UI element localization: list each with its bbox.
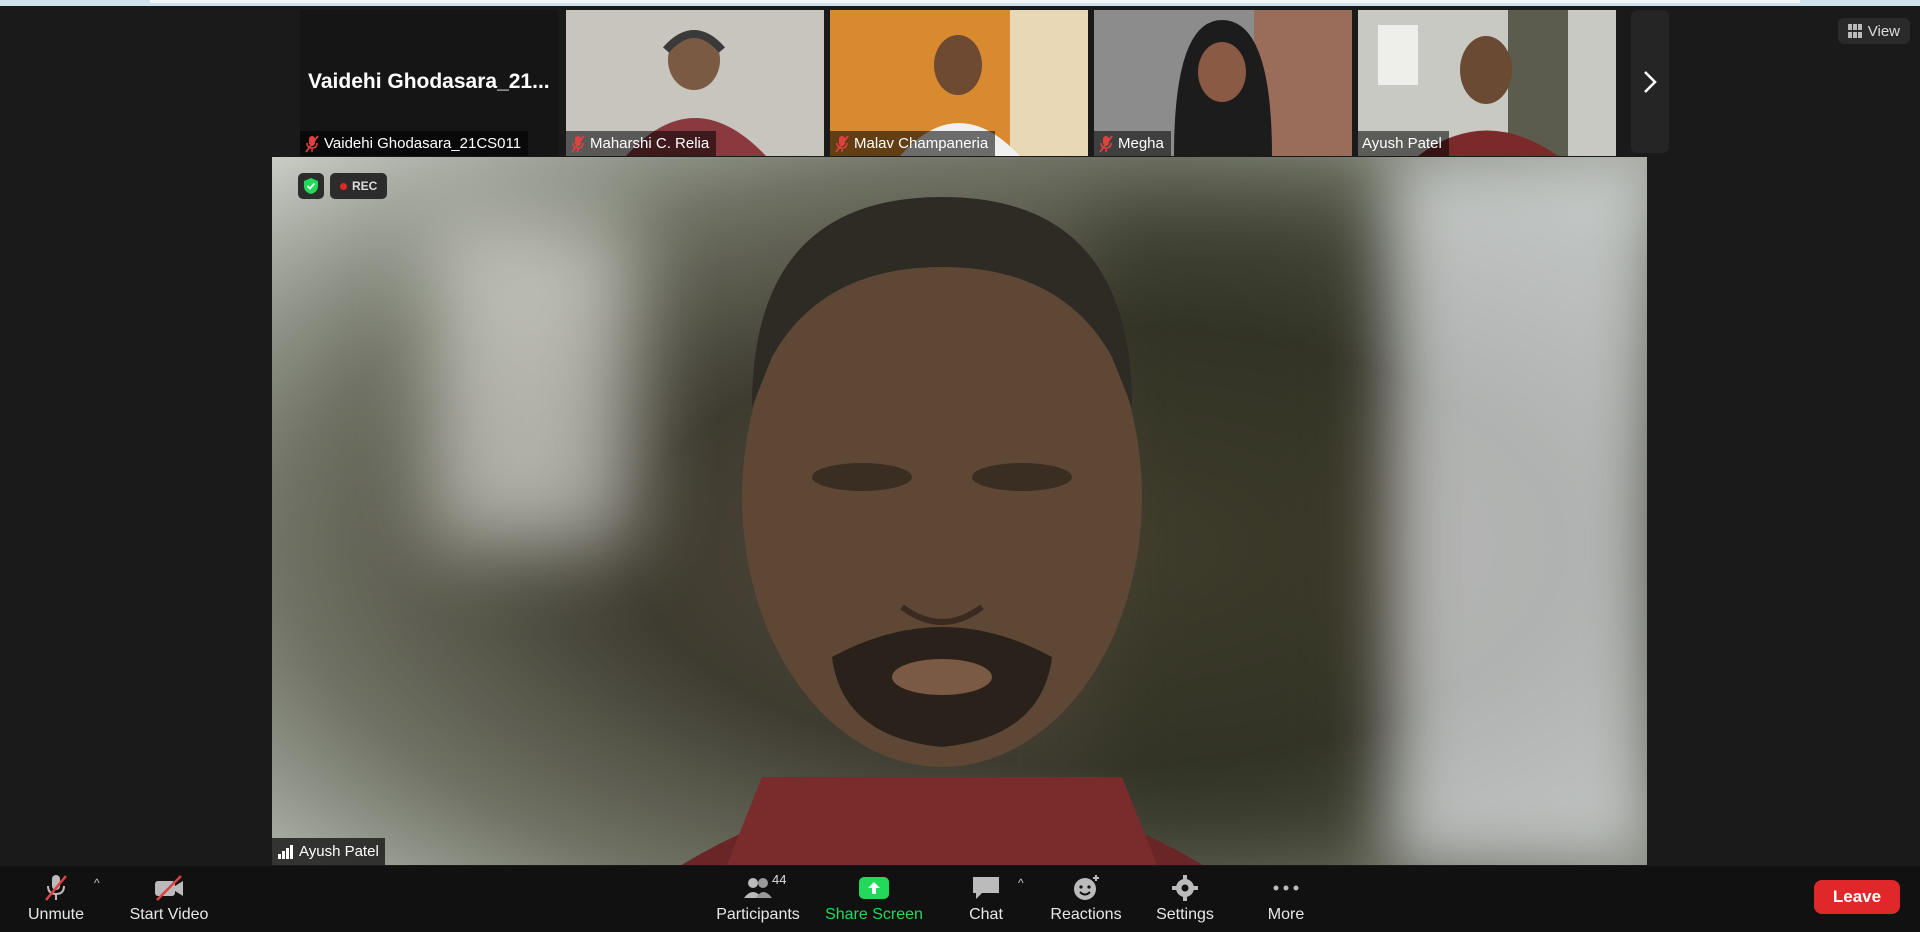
participant-name-tag: Maharshi C. Relia [566,131,717,156]
chat-options-caret[interactable]: ^ [1018,876,1024,890]
participants-button[interactable]: Participants [712,866,804,932]
mic-off-icon [571,134,585,153]
chat-label: Chat [969,906,1003,923]
view-button[interactable]: View [1837,18,1910,44]
share-screen-button[interactable]: Share Screen [824,866,924,932]
participant-tile[interactable]: Megha [1094,10,1352,156]
participant-name: Ayush Patel [1362,135,1442,152]
speaker-name-tag: Ayush Patel [272,838,385,865]
reactions-icon [1074,875,1099,900]
participant-name-tag: Megha [1094,131,1171,156]
speaker-name: Ayush Patel [299,843,379,860]
start-video-button[interactable]: Start Video [126,866,212,932]
participants-count: 44 [772,872,787,887]
chat-icon [973,877,999,899]
participant-tile[interactable]: Malav Champaneria [830,10,1088,156]
leave-button[interactable]: Leave [1814,880,1900,914]
gear-icon [1172,875,1198,901]
mic-off-icon [305,134,319,153]
more-dots-icon [1273,885,1299,891]
security-badge[interactable] [298,173,324,199]
mic-off-icon [835,134,849,153]
rec-dot-icon [340,182,347,190]
next-page-button[interactable] [1631,10,1669,153]
settings-button[interactable]: Settings [1150,866,1220,932]
participants-icon [744,878,772,898]
view-button-label: View [1867,22,1900,40]
chat-button[interactable]: Chat [956,866,1016,932]
mic-muted-icon [45,875,67,901]
participant-name: Vaidehi Ghodasara_21CS011 [324,135,522,152]
grid-view-icon [1847,24,1862,38]
more-button[interactable]: More [1256,866,1316,932]
participant-display-name: Vaidehi Ghodasara_21... [308,70,550,93]
mic-off-icon [1099,134,1113,153]
recording-indicator[interactable]: REC [330,173,388,199]
participants-label: Participants [716,906,800,923]
participant-name-tag: Ayush Patel [1358,131,1449,156]
participant-tile[interactable]: Ayush Patel [1358,10,1616,156]
unmute-button[interactable]: Unmute [20,866,92,932]
participant-name-tag: Vaidehi Ghodasara_21CS011 [300,131,529,156]
share-screen-label: Share Screen [825,906,923,923]
participant-name: Megha [1118,135,1164,152]
meeting-toolbar: Unmute ^ Start Video Participants 44 Sha… [0,866,1920,932]
video-off-icon [155,875,183,901]
reactions-label: Reactions [1050,906,1122,923]
active-speaker-video [272,157,1647,865]
participant-name: Maharshi C. Relia [590,135,710,152]
rec-label: REC [352,179,378,193]
window-top-edge [0,0,1920,6]
participant-name-tag: Malav Champaneria [830,131,996,156]
participant-tile[interactable]: Maharshi C. Relia [566,10,824,156]
reactions-button[interactable]: Reactions [1046,866,1126,932]
audio-options-caret[interactable]: ^ [94,876,100,890]
chevron-right-icon [1644,70,1657,93]
participant-tile[interactable]: Vaidehi Ghodasara_21... Vaidehi Ghodasar… [300,10,558,156]
settings-label: Settings [1156,906,1214,923]
share-screen-icon [859,877,889,899]
signal-bars-icon [278,844,293,859]
speaker-figure [681,197,1203,865]
more-label: More [1267,906,1305,923]
unmute-label: Unmute [27,906,85,923]
shield-check-icon [304,178,318,194]
start-video-label: Start Video [129,906,209,923]
participant-name: Malav Champaneria [854,135,989,152]
